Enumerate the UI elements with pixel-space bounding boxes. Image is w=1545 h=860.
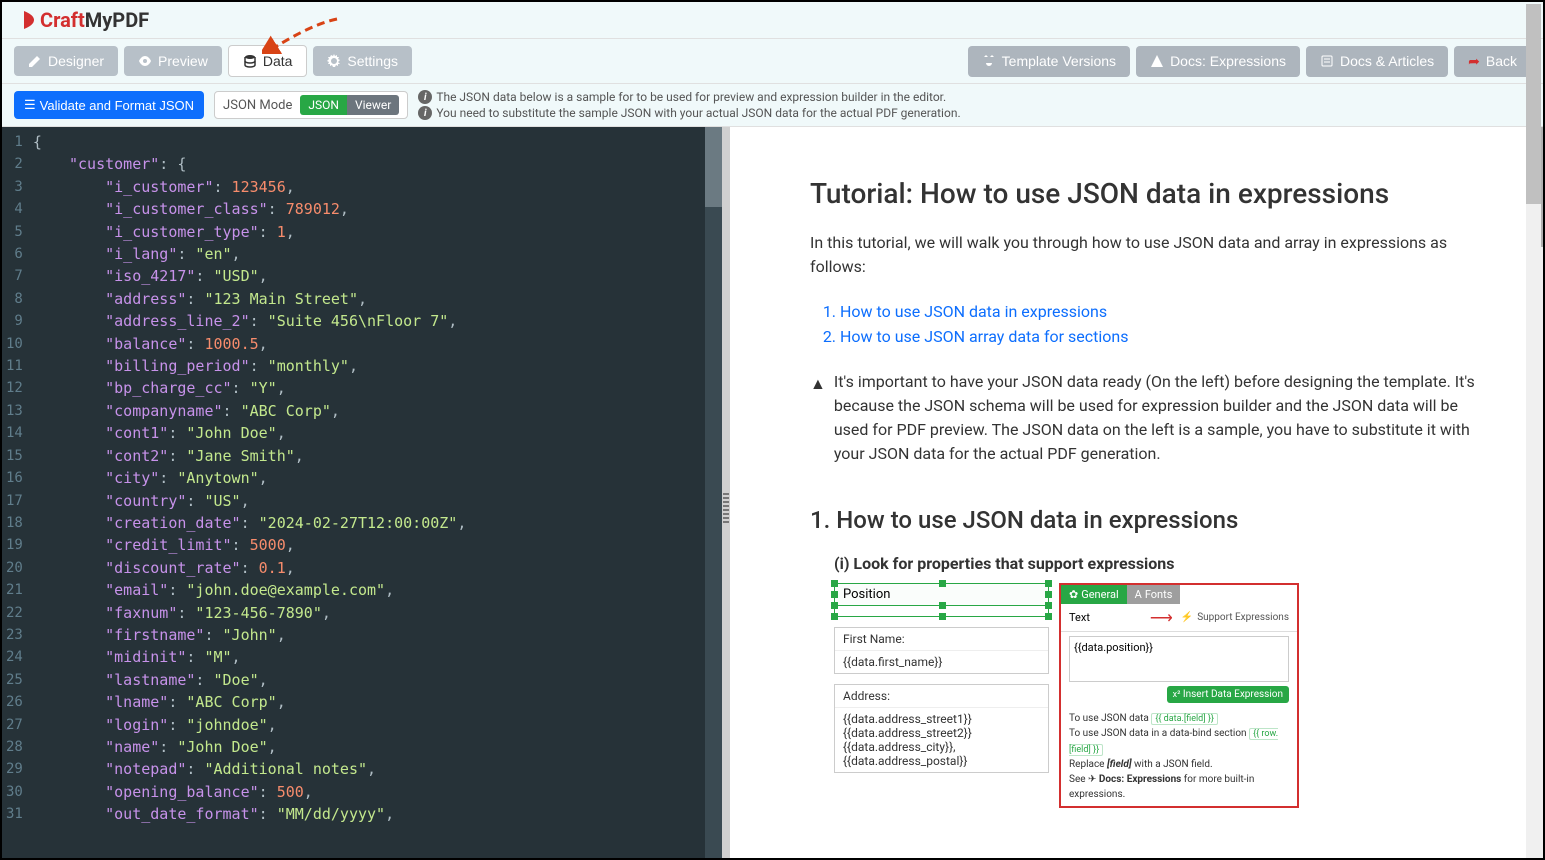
split-divider[interactable] — [722, 127, 730, 858]
red-arrow-icon: ⟶ — [1150, 608, 1173, 627]
mode-label: JSON Mode — [223, 98, 292, 113]
toggle-viewer[interactable]: Viewer — [347, 95, 399, 115]
json-editor[interactable]: 1234567891011121314151617181920212223242… — [2, 127, 722, 858]
gutter: 1234567891011121314151617181920212223242… — [2, 127, 33, 858]
properties-panel: ✿General AFonts Text ⟶ ⚡ Support Express… — [1059, 583, 1299, 809]
tutorial-title: Tutorial: How to use JSON data in expres… — [810, 177, 1483, 211]
docs-articles-button[interactable]: Docs & Articles — [1306, 46, 1448, 77]
logo[interactable]: CraftMyPDF — [14, 8, 1531, 32]
warning-icon: ▲ — [810, 372, 826, 396]
font-icon: A — [1135, 588, 1142, 601]
list-icon: ☰ — [24, 97, 36, 113]
info-text-2: You need to substitute the sample JSON w… — [436, 106, 960, 120]
editor-scrollbar[interactable] — [705, 127, 722, 858]
preview-pane: Tutorial: How to use JSON data in expres… — [730, 127, 1543, 858]
info-lines: i The JSON data below is a sample for to … — [418, 90, 960, 120]
subbar: ☰ Validate and Format JSON JSON Mode JSO… — [2, 84, 1543, 127]
insert-expression-button[interactable]: x² Insert Data Expression — [1167, 686, 1289, 703]
warning-text: It's important to have your JSON data re… — [834, 370, 1483, 466]
toolbar: Designer Preview Data Settings Template … — [2, 39, 1543, 84]
json-mode-group: JSON Mode JSON Viewer — [214, 91, 408, 119]
address-field: Address: {{data.address_street1}} {{data… — [834, 684, 1049, 773]
toc-link-1[interactable]: How to use JSON data in expressions — [840, 302, 1107, 321]
tab-settings[interactable]: Settings — [313, 46, 412, 76]
scrollbar-thumb[interactable] — [705, 127, 722, 207]
general-tab[interactable]: ✿General — [1061, 585, 1127, 604]
text-label: Text — [1069, 611, 1090, 624]
expression-textarea[interactable]: {{data.position}} — [1069, 636, 1289, 682]
back-icon: ➦ — [1468, 53, 1480, 70]
fonts-tab[interactable]: AFonts — [1127, 585, 1181, 604]
warning-note: ▲ It's important to have your JSON data … — [810, 370, 1483, 466]
toc-link-2[interactable]: How to use JSON array data for sections — [840, 327, 1128, 346]
bolt-icon: ⚡ — [1181, 612, 1193, 623]
intro-text: In this tutorial, we will walk you throu… — [810, 231, 1483, 279]
pin-icon: ✈ — [1088, 774, 1096, 785]
mode-toggle[interactable]: JSON Viewer — [300, 95, 399, 115]
back-button[interactable]: ➦Back — [1454, 46, 1531, 77]
logo-icon — [14, 9, 36, 31]
mockup: Position First Name: {{data.first_name}}… — [810, 583, 1483, 809]
validate-json-button[interactable]: ☰ Validate and Format JSON — [14, 91, 204, 119]
template-versions-button[interactable]: Template Versions — [968, 46, 1130, 77]
gear-icon: ✿ — [1069, 588, 1078, 601]
notes: To use JSON data {{ data.[field] }} To u… — [1061, 707, 1297, 807]
support-label: Support Expressions — [1197, 612, 1289, 623]
info-icon: i — [418, 90, 432, 104]
code[interactable]: { "customer": { "i_customer": 123456, "i… — [33, 127, 722, 858]
topbar: CraftMyPDF — [2, 2, 1543, 39]
info-text-1: The JSON data below is a sample for to b… — [436, 90, 946, 104]
tab-data[interactable]: Data — [228, 45, 308, 77]
info-icon: i — [418, 106, 432, 120]
main: 1234567891011121314151617181920212223242… — [2, 127, 1543, 858]
scrollbar-thumb[interactable] — [1526, 4, 1541, 204]
tab-designer[interactable]: Designer — [14, 46, 118, 76]
section-heading: 1. How to use JSON data in expressions — [810, 506, 1483, 534]
toggle-json[interactable]: JSON — [300, 95, 347, 115]
position-box: Position — [834, 583, 1049, 606]
subsection-heading: (i) Look for properties that support exp… — [810, 554, 1483, 573]
docs-expressions-button[interactable]: Docs: Expressions — [1136, 46, 1300, 77]
firstname-field: First Name: {{data.first_name}} — [834, 627, 1049, 674]
outer-scrollbar[interactable] — [1526, 4, 1541, 856]
tab-preview[interactable]: Preview — [124, 46, 222, 76]
